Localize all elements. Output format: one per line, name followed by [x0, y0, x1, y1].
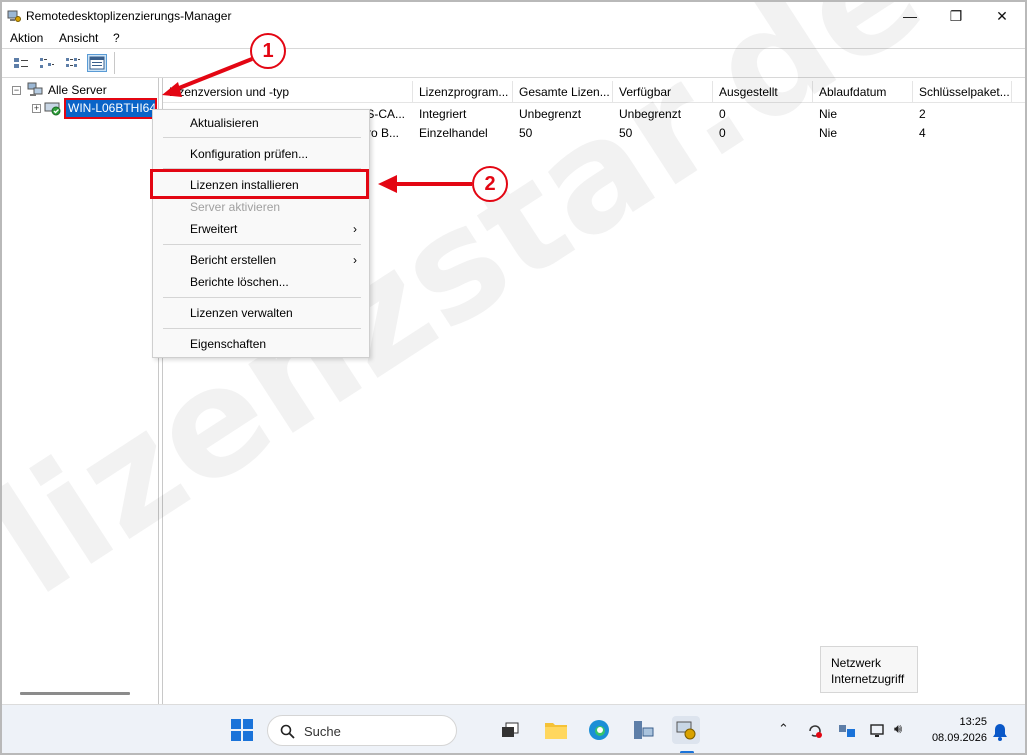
task-view-icon	[502, 722, 519, 737]
edge-button[interactable]	[585, 716, 613, 744]
clock-date: 08.09.2026	[931, 732, 987, 744]
network-tooltip: Netzwerk Internetzugriff	[820, 646, 918, 693]
server-manager-icon	[634, 721, 654, 739]
search-label: Suche	[304, 724, 341, 739]
show-hidden-icons-icon[interactable]: ⌃	[778, 721, 789, 737]
notification-bell-icon[interactable]	[992, 723, 1008, 741]
annotation-badge-1: 1	[250, 33, 286, 69]
start-button[interactable]	[228, 716, 256, 744]
arrow-2-head	[378, 175, 397, 193]
file-explorer-button[interactable]	[542, 716, 570, 744]
license-manager-taskbar-button[interactable]	[672, 716, 700, 744]
edge-icon	[589, 720, 609, 740]
arrow-1-head	[162, 82, 182, 97]
volume-icon[interactable]: 🔊︎	[894, 721, 902, 737]
active-app-indicator	[680, 751, 694, 753]
taskbar: Suche ⌃ 🔊︎ 13:25 08.09.2026	[2, 704, 1025, 753]
refresh-alert-icon[interactable]	[806, 722, 824, 740]
task-view-button[interactable]	[496, 716, 524, 744]
folder-icon	[545, 723, 567, 739]
clock-time: 13:25	[959, 716, 987, 728]
network-icon[interactable]	[869, 722, 887, 740]
tooltip-line-1: Netzwerk	[831, 656, 882, 670]
search-icon	[280, 724, 295, 739]
app-window: Remotedesktoplizenzierungs-Manager — ❐ ✕…	[0, 0, 1027, 755]
server-manager-button[interactable]	[629, 716, 657, 744]
annotation-arrows	[162, 57, 472, 193]
arrow-1	[173, 57, 253, 92]
clock[interactable]: 13:25 08.09.2026	[917, 714, 987, 746]
remote-desktop-tray-icon[interactable]	[838, 723, 856, 739]
tooltip-line-2: Internetzugriff	[831, 672, 905, 686]
taskbar-search[interactable]: Suche	[267, 715, 457, 746]
annotation-badge-2: 2	[472, 166, 508, 202]
windows-logo-icon	[231, 719, 253, 741]
license-manager-icon	[676, 721, 696, 740]
